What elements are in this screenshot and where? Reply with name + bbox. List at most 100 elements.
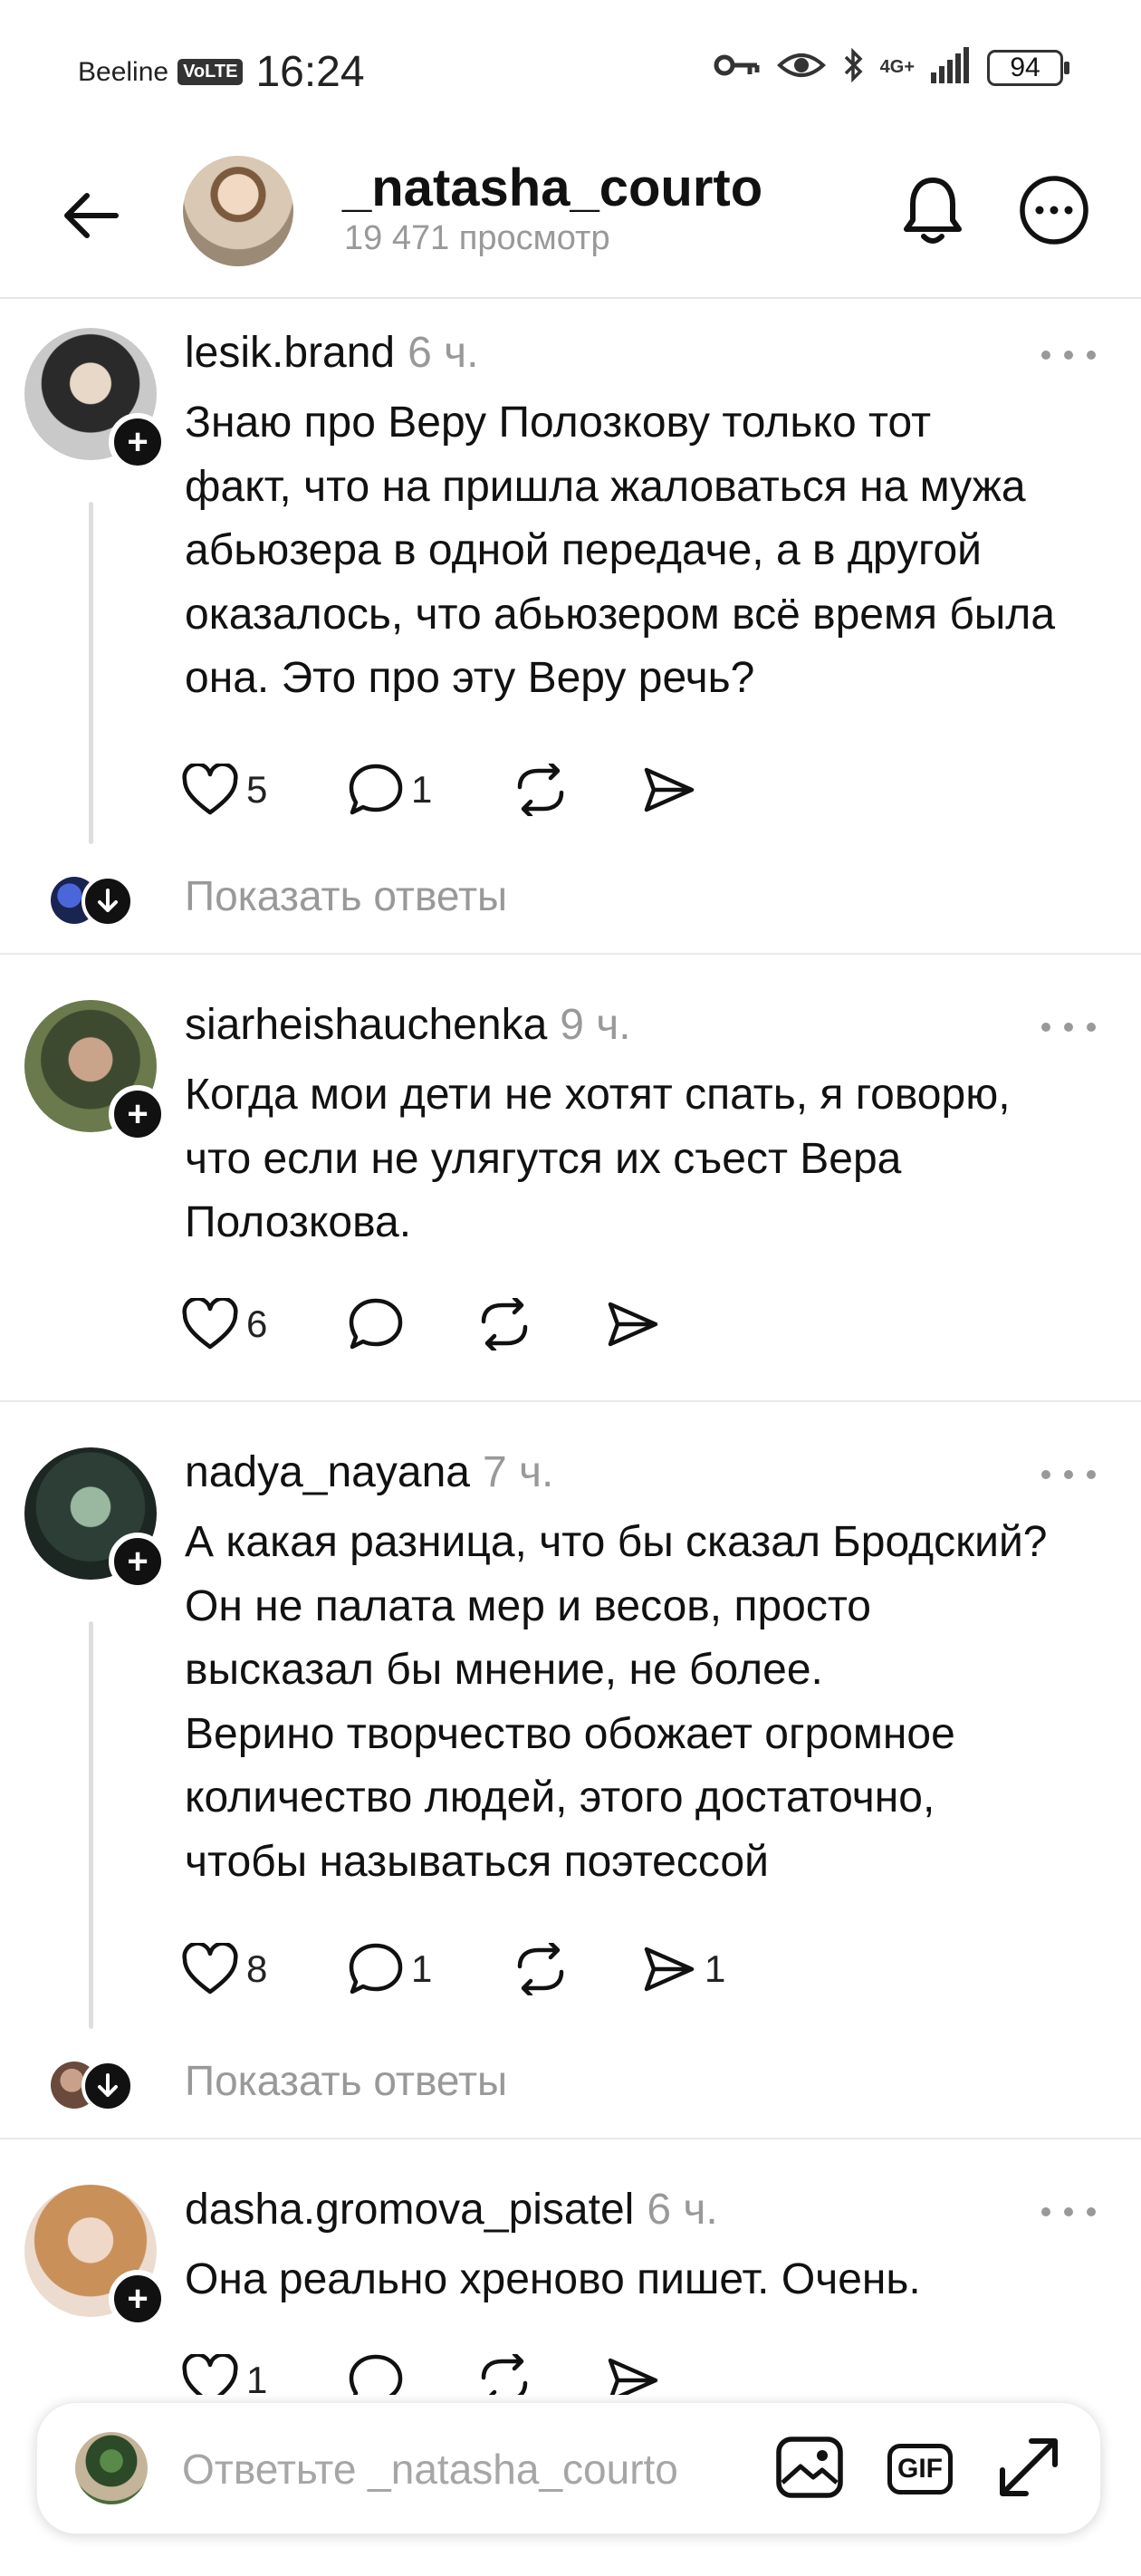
reply-button[interactable] [348, 1292, 476, 1357]
share-button[interactable] [641, 757, 697, 822]
comment-username[interactable]: siarheishauchenka 9 ч. [185, 1000, 631, 1050]
battery-indicator: 94 [987, 49, 1069, 86]
thread-line [89, 1621, 93, 2029]
thread-header: _natasha_courto 19 471 просмотр [0, 145, 1141, 299]
profile-username[interactable]: _natasha_courto [342, 158, 762, 218]
heart-icon [181, 1943, 239, 1995]
heart-icon [181, 764, 239, 816]
like-button[interactable]: 1 [181, 2348, 348, 2395]
more-icon [1019, 175, 1089, 250]
comment-bubble-icon [348, 2353, 404, 2395]
comment-actions: 5 1 [181, 757, 697, 822]
repost-button[interactable] [513, 1937, 641, 2002]
status-left: Beeline VoLTE 16:24 [78, 47, 365, 97]
reply-button[interactable] [348, 2348, 476, 2395]
reply-bar: GIF [36, 2402, 1101, 2534]
back-arrow-icon [62, 191, 120, 245]
like-count: 6 [246, 1302, 268, 1345]
status-right: 4G+ 94 [714, 47, 1069, 88]
like-count: 5 [246, 768, 268, 811]
share-button[interactable] [605, 2348, 661, 2395]
follow-plus-icon[interactable]: + [109, 1533, 167, 1591]
show-replies-row[interactable]: Показать ответы [0, 864, 1141, 937]
heart-icon [181, 2354, 239, 2395]
expand-arrow-icon [995, 2434, 1062, 2505]
reply-avatars [51, 875, 141, 928]
reply-count: 1 [411, 768, 433, 811]
send-icon [605, 1299, 661, 1350]
comment-text: Когда мои дети не хотят спать, я говорю,… [185, 1071, 1011, 1246]
comment-username[interactable]: lesik.brand 6 ч. [185, 328, 479, 378]
comment-bubble-icon [348, 1297, 404, 1351]
comment-more-icon[interactable] [1041, 1009, 1096, 1045]
reply-button[interactable]: 1 [348, 757, 513, 822]
comment-time: 6 ч. [408, 329, 479, 377]
eye-icon [776, 50, 826, 85]
comment-username[interactable]: nadya_nayana 7 ч. [185, 1447, 553, 1497]
comment-actions: 1 [181, 2348, 661, 2395]
image-icon [775, 2436, 844, 2504]
repost-button[interactable] [476, 1292, 605, 1357]
comment-actions: 6 [181, 1292, 661, 1357]
gif-icon: GIF [887, 2444, 953, 2494]
status-bar: Beeline VoLTE 16:24 4G+ 94 [0, 0, 1141, 145]
reply-input[interactable] [182, 2439, 771, 2499]
comment-more-icon[interactable] [1041, 2194, 1096, 2230]
follow-plus-icon[interactable]: + [109, 2270, 167, 2328]
network-type: 4G+ [879, 57, 915, 77]
like-count: 8 [246, 1947, 268, 1990]
follow-plus-icon[interactable]: + [109, 413, 167, 471]
follow-plus-icon[interactable]: + [109, 1085, 167, 1143]
volte-badge: VoLTE [177, 59, 244, 85]
send-icon [641, 764, 697, 815]
bluetooth-icon [842, 47, 864, 88]
reply-avatars [51, 2060, 141, 2112]
profile-avatar[interactable] [183, 156, 293, 266]
signal-icon [931, 47, 971, 88]
comment-time: 7 ч. [482, 1448, 554, 1496]
comment-time: 6 ч. [647, 2186, 718, 2234]
battery-level: 94 [1010, 52, 1040, 82]
expand-button[interactable] [990, 2430, 1068, 2508]
thread-line [89, 502, 93, 844]
comment-text: Она реально хреново пишет. Очень. [185, 2255, 921, 2303]
like-button[interactable]: 6 [181, 1292, 348, 1357]
more-options-button[interactable] [1018, 175, 1090, 250]
show-replies-link[interactable]: Показать ответы [185, 2056, 507, 2105]
repost-icon [513, 1943, 569, 1995]
notifications-button[interactable] [896, 172, 969, 254]
share-count: 1 [705, 1947, 726, 1990]
status-time: 16:24 [255, 48, 365, 96]
expand-down-icon [82, 2060, 134, 2112]
like-button[interactable]: 5 [181, 757, 348, 822]
repost-icon [476, 2354, 532, 2395]
share-button[interactable]: 1 [641, 1937, 725, 2002]
bell-icon [902, 175, 964, 252]
comment-more-icon[interactable] [1041, 337, 1096, 373]
comment-time: 9 ч. [560, 1001, 631, 1049]
comment-bubble-icon [348, 763, 404, 817]
repost-button[interactable] [476, 2348, 605, 2395]
comment-text: Знаю про Веру Полозкову только тот факт,… [185, 399, 1056, 702]
back-button[interactable] [54, 181, 127, 254]
comment-more-icon[interactable] [1041, 1456, 1096, 1493]
heart-icon [181, 1298, 239, 1350]
repost-button[interactable] [513, 757, 641, 822]
divider [0, 1400, 1141, 1402]
like-button[interactable]: 8 [181, 1937, 348, 2002]
reply-button[interactable]: 1 [348, 1937, 513, 2002]
avatar [75, 2432, 148, 2504]
expand-down-icon [82, 875, 134, 928]
send-icon [605, 2355, 661, 2395]
comment-item: + dasha.gromova_pisatel 6 ч. Она реально … [0, 2185, 1141, 2395]
share-button[interactable] [605, 1292, 661, 1357]
comment-actions: 8 1 1 [181, 1937, 725, 2002]
show-replies-link[interactable]: Показать ответы [185, 871, 507, 920]
like-count: 1 [246, 2359, 268, 2395]
show-replies-row[interactable]: Показать ответы [0, 2049, 1141, 2121]
divider [0, 2138, 1141, 2139]
gif-button[interactable]: GIF [881, 2430, 959, 2508]
divider [0, 953, 1141, 955]
attach-image-button[interactable] [771, 2430, 849, 2508]
comment-username[interactable]: dasha.gromova_pisatel 6 ч. [185, 2185, 718, 2235]
